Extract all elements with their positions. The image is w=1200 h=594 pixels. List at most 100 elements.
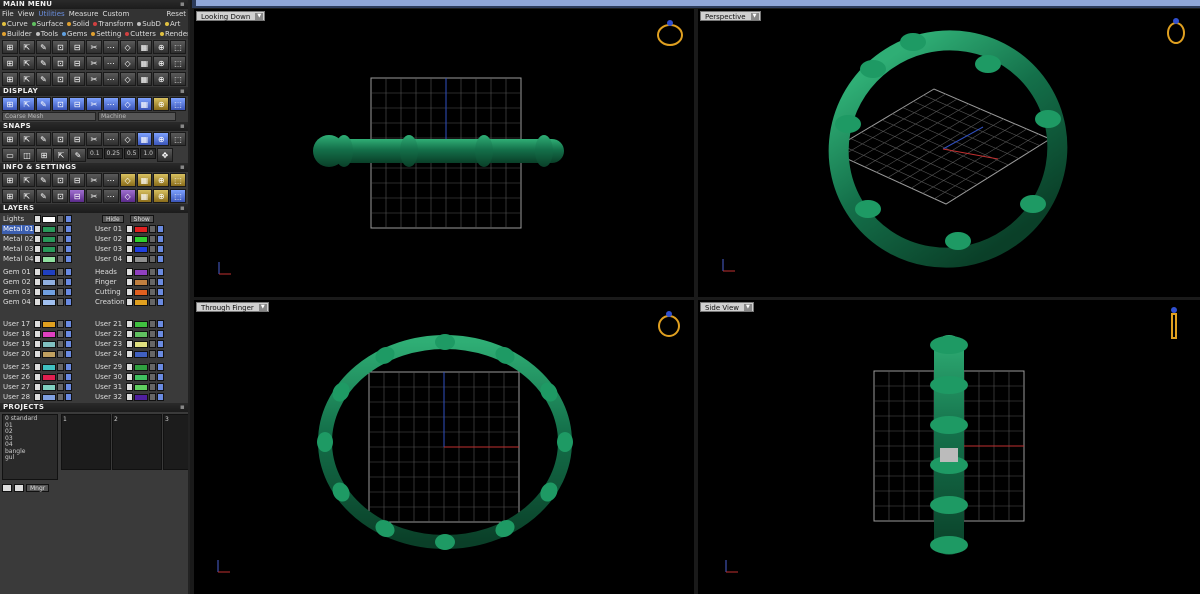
category-render[interactable]: Render (159, 29, 188, 39)
tool-icon[interactable]: ▦ (136, 189, 153, 203)
layer-options-button[interactable] (65, 373, 72, 381)
tool-icon[interactable]: ⊡ (52, 40, 69, 54)
tool-icon[interactable]: ⊕ (153, 56, 170, 70)
tool-icon[interactable]: ✎ (35, 173, 52, 187)
visibility-toggle[interactable] (126, 278, 133, 286)
layer-name[interactable]: User 27 (2, 383, 34, 392)
tool-icon[interactable]: ⊟ (69, 72, 86, 86)
view-orientation-ring-icon[interactable] (1167, 18, 1185, 44)
layer-name[interactable]: User 31 (94, 383, 126, 392)
tool-icon[interactable]: ⊕ (153, 72, 170, 86)
layer-color-swatch[interactable] (134, 255, 148, 263)
lock-button[interactable] (149, 268, 156, 276)
layer-color-swatch[interactable] (42, 340, 56, 348)
layer-color-swatch[interactable] (42, 245, 56, 253)
viewport-canvas[interactable] (194, 300, 694, 594)
lock-button[interactable] (149, 225, 156, 233)
layer-color-swatch[interactable] (134, 383, 148, 391)
layer-options-button[interactable] (65, 340, 72, 348)
tool-icon[interactable]: ⬚ (170, 173, 186, 187)
tool-icon[interactable]: ⬚ (170, 40, 186, 54)
layer-name[interactable]: Creation (94, 298, 126, 307)
visibility-toggle[interactable] (34, 340, 41, 348)
lock-button[interactable] (57, 383, 64, 391)
layer-options-button[interactable] (157, 278, 164, 286)
machine-dropdown[interactable]: Machine (98, 112, 176, 121)
layer-color-swatch[interactable] (42, 363, 56, 371)
snap-value[interactable]: 0.25 (103, 148, 123, 159)
layer-name[interactable]: User 03 (94, 245, 126, 254)
layer-color-swatch[interactable] (134, 235, 148, 243)
layer-name[interactable]: User 20 (2, 350, 34, 359)
lock-button[interactable] (57, 373, 64, 381)
lock-button[interactable] (57, 215, 64, 223)
snap-value[interactable]: 1.0 (140, 148, 156, 159)
visibility-toggle[interactable] (34, 330, 41, 338)
layer-color-swatch[interactable] (134, 393, 148, 401)
layer-color-swatch[interactable] (134, 373, 148, 381)
hide-button[interactable]: Hide (101, 215, 124, 223)
visibility-toggle[interactable] (34, 235, 41, 243)
category-builder[interactable]: Builder (2, 29, 32, 39)
tool-icon[interactable]: ◇ (119, 40, 136, 54)
layer-options-button[interactable] (65, 235, 72, 243)
tool-icon[interactable]: ⊟ (69, 97, 86, 111)
tool-icon[interactable]: ⊞ (2, 40, 18, 54)
layer-options-button[interactable] (157, 288, 164, 296)
layer-options-button[interactable] (157, 235, 164, 243)
viewport-label[interactable]: Looking Down ▼ (196, 11, 266, 21)
tool-icon[interactable]: ✂ (86, 132, 102, 146)
menu-measure[interactable]: Measure (69, 9, 99, 19)
tool-icon[interactable]: ◇ (119, 56, 136, 70)
tool-icon[interactable]: ✎ (35, 97, 52, 111)
lock-button[interactable] (149, 298, 156, 306)
layer-color-swatch[interactable] (42, 268, 56, 276)
layer-name[interactable]: User 04 (94, 255, 126, 264)
layer-color-swatch[interactable] (42, 288, 56, 296)
layer-options-button[interactable] (65, 363, 72, 371)
tool-icon[interactable]: ⊟ (69, 173, 86, 187)
project-list[interactable]: 0 standard 01 02 03 04 bangle gul (2, 414, 58, 480)
tool-icon[interactable]: ⋯ (102, 132, 119, 146)
tool-icon[interactable]: ✎ (35, 189, 52, 203)
category-cutters[interactable]: Cutters (125, 29, 156, 39)
tool-icon[interactable]: ✎ (35, 72, 52, 86)
tool-icon[interactable]: ⊕ (153, 97, 170, 111)
project-column-3[interactable]: 3 (163, 414, 188, 470)
tool-icon[interactable]: ✂ (86, 189, 102, 203)
visibility-toggle[interactable] (126, 225, 133, 233)
visibility-toggle[interactable] (34, 215, 41, 223)
lock-button[interactable] (149, 383, 156, 391)
layer-options-button[interactable] (157, 393, 164, 401)
category-art[interactable]: Art (164, 19, 180, 29)
viewport-label[interactable]: Side View ▼ (700, 302, 754, 312)
layer-options-button[interactable] (65, 330, 72, 338)
layer-options-button[interactable] (65, 298, 72, 306)
visibility-toggle[interactable] (34, 255, 41, 263)
tool-icon[interactable]: ⇱ (18, 72, 35, 86)
layer-options-button[interactable] (157, 373, 164, 381)
snaps-header[interactable]: SNAPS ▪ (0, 122, 188, 131)
visibility-toggle[interactable] (34, 373, 41, 381)
layer-color-swatch[interactable] (42, 278, 56, 286)
visibility-toggle[interactable] (126, 350, 133, 358)
tool-icon[interactable]: ✎ (35, 40, 52, 54)
layer-options-button[interactable] (157, 350, 164, 358)
layer-color-swatch[interactable] (42, 383, 56, 391)
layer-name[interactable]: User 17 (2, 320, 34, 329)
tool-icon[interactable]: ⋯ (102, 189, 119, 203)
lock-button[interactable] (149, 255, 156, 263)
tool-icon[interactable]: ✂ (86, 40, 102, 54)
layer-color-swatch[interactable] (42, 215, 56, 223)
tool-icon[interactable]: ⋯ (102, 173, 119, 187)
visibility-toggle[interactable] (126, 288, 133, 296)
lock-button[interactable] (149, 320, 156, 328)
layer-name[interactable]: Gem 04 (2, 298, 34, 307)
tool-icon[interactable]: ⊟ (69, 40, 86, 54)
lock-button[interactable] (149, 278, 156, 286)
visibility-toggle[interactable] (34, 350, 41, 358)
snap-value[interactable]: 0.5 (123, 148, 140, 159)
category-tools[interactable]: Tools (35, 29, 58, 39)
chevron-down-icon[interactable]: ▼ (255, 13, 264, 20)
tool-icon[interactable]: ⊡ (52, 189, 69, 203)
